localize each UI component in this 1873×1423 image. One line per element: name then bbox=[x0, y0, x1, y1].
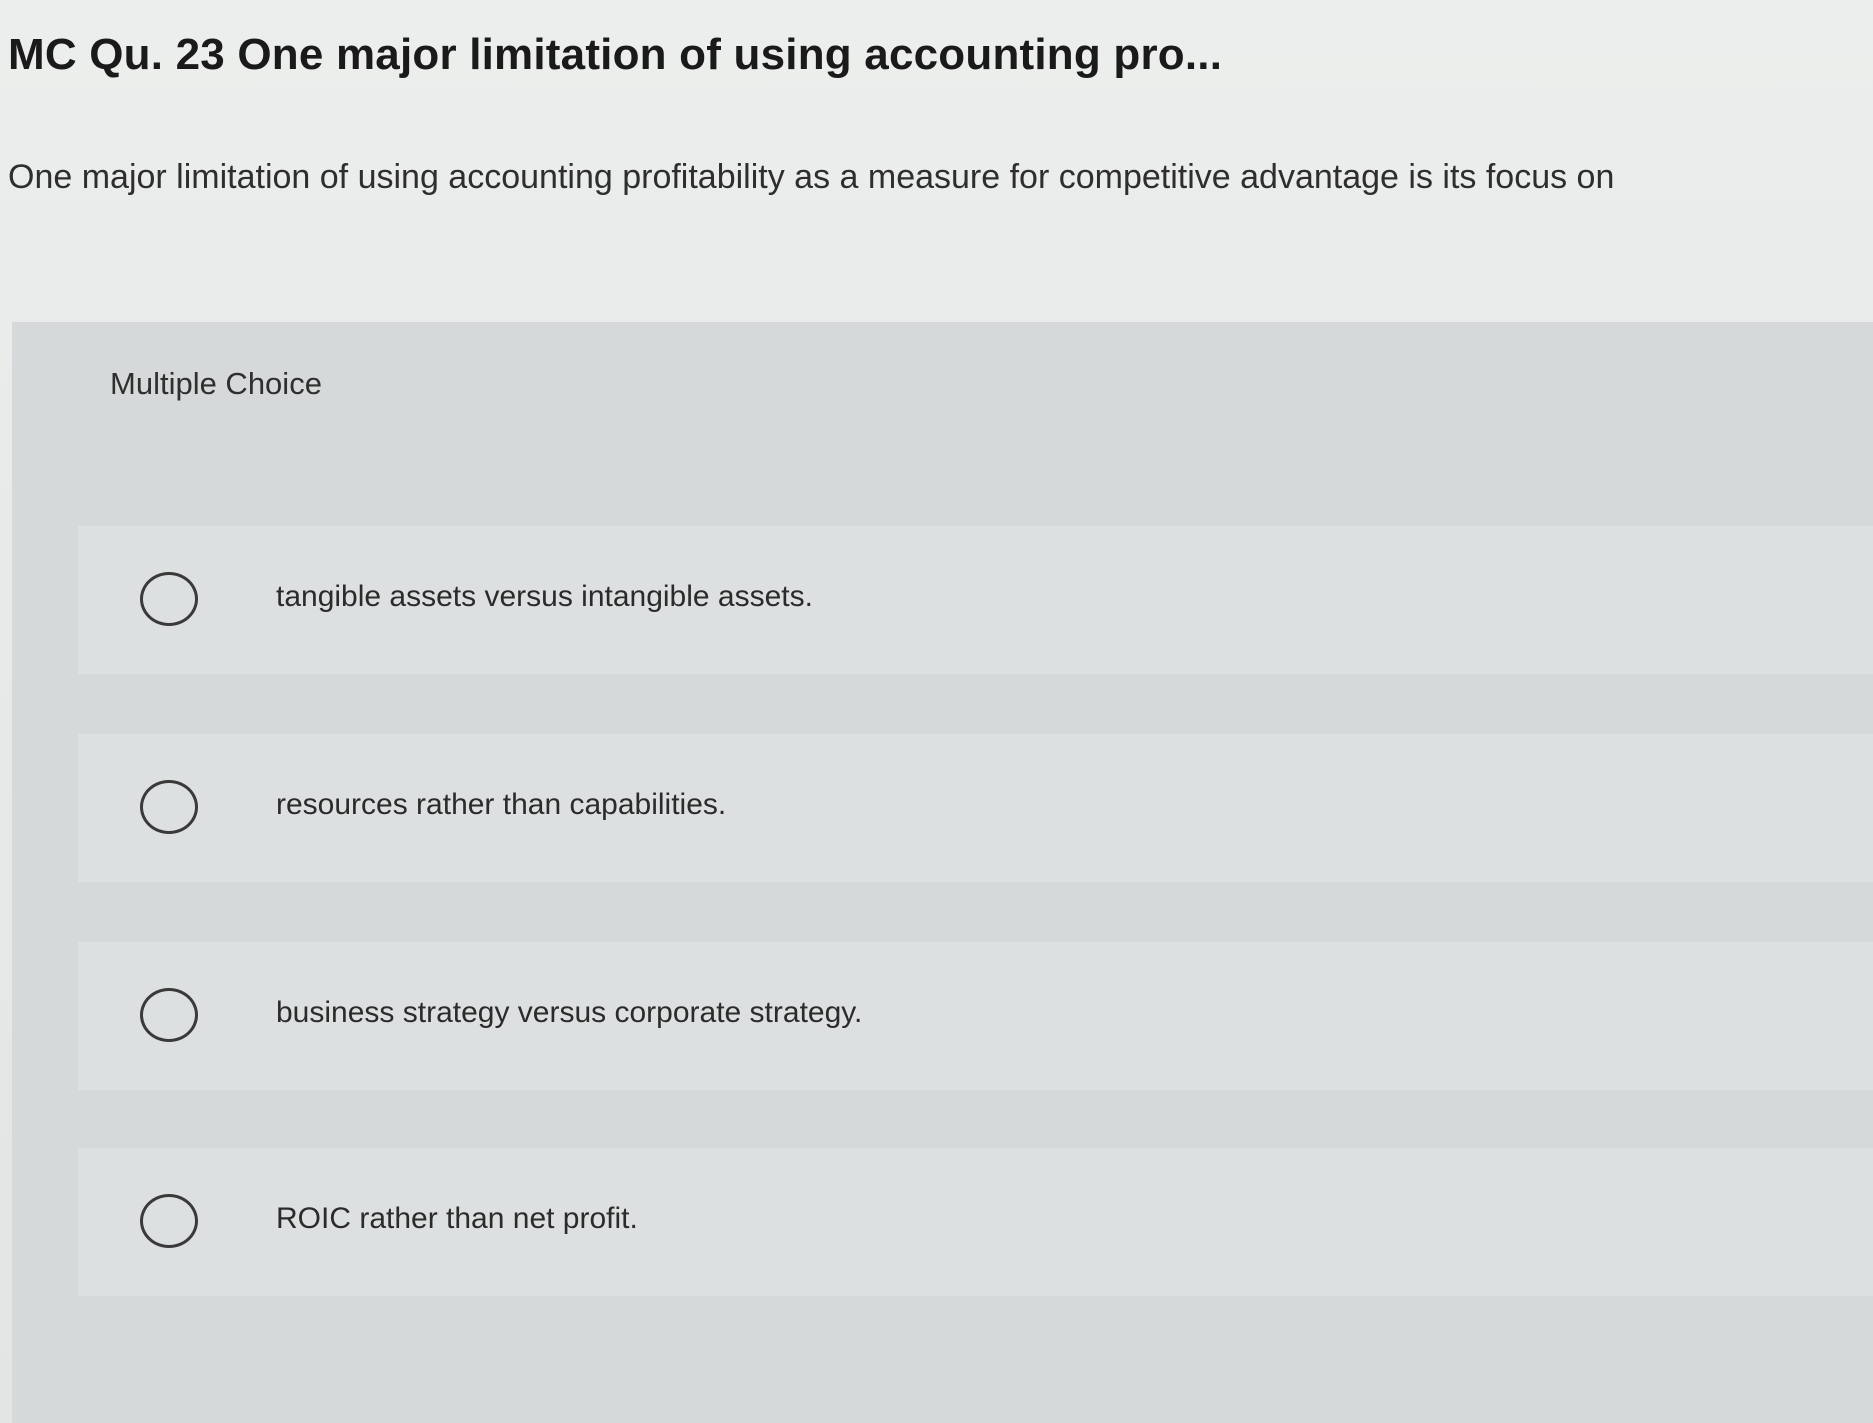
radio-button-icon[interactable] bbox=[140, 1194, 198, 1248]
radio-button-icon[interactable] bbox=[140, 988, 198, 1042]
choice-label: business strategy versus corporate strat… bbox=[276, 996, 863, 1029]
choice-option-4[interactable]: ROIC rather than net profit. bbox=[78, 1148, 1873, 1296]
choice-label: resources rather than capabilities. bbox=[276, 788, 727, 821]
question-title: MC Qu. 23 One major limitation of using … bbox=[8, 30, 1223, 79]
multiple-choice-panel: Multiple Choice tangible assets versus i… bbox=[12, 322, 1873, 1423]
choice-option-3[interactable]: business strategy versus corporate strat… bbox=[78, 942, 1873, 1090]
multiple-choice-heading: Multiple Choice bbox=[110, 366, 322, 401]
choice-label: tangible assets versus intangible assets… bbox=[276, 580, 813, 613]
choice-option-1[interactable]: tangible assets versus intangible assets… bbox=[78, 526, 1873, 674]
radio-button-icon[interactable] bbox=[140, 780, 198, 834]
question-page: MC Qu. 23 One major limitation of using … bbox=[0, 0, 1873, 1423]
question-text: One major limitation of using accounting… bbox=[8, 158, 1615, 196]
choice-label: ROIC rather than net profit. bbox=[276, 1202, 638, 1235]
choice-option-2[interactable]: resources rather than capabilities. bbox=[78, 734, 1873, 882]
radio-button-icon[interactable] bbox=[140, 572, 198, 626]
